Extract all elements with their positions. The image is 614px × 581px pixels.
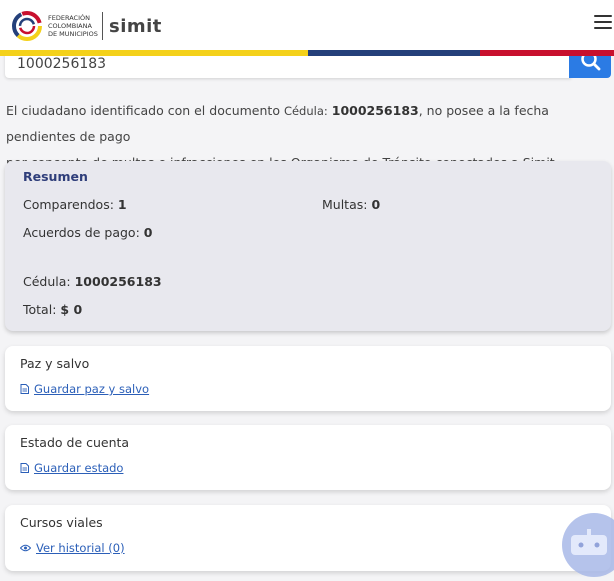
- total-label: Total:: [23, 302, 57, 317]
- doc-type-label: Cédula:: [283, 104, 328, 118]
- message-text: El ciudadano identificado con el documen…: [6, 103, 280, 118]
- comparendos-row: Comparendos: 1: [23, 197, 127, 212]
- card-title: Paz y salvo: [20, 356, 90, 371]
- link-label: Guardar estado: [34, 461, 124, 475]
- comparendos-value: 1: [117, 197, 127, 212]
- total-row: Total: $ 0: [23, 302, 82, 317]
- comparendos-label: Comparendos:: [23, 197, 114, 212]
- view-history-link[interactable]: Ver historial (0): [20, 541, 125, 555]
- summary-title: Resumen: [23, 169, 88, 184]
- acuerdos-row: Acuerdos de pago: 0: [23, 225, 152, 240]
- header: FEDERACIÓN COLOMBIANA DE MUNICIPIOS simi…: [0, 0, 614, 50]
- fcm-logo-icon: [12, 11, 42, 41]
- save-paz-y-salvo-link[interactable]: Guardar paz y salvo: [20, 382, 149, 396]
- multas-label: Multas:: [322, 197, 368, 212]
- logo-line: COLOMBIANA: [48, 22, 92, 30]
- multas-value: 0: [371, 197, 381, 212]
- total-value: $ 0: [60, 302, 83, 317]
- logo-divider: [102, 12, 103, 40]
- estado-de-cuenta-card: Estado de cuenta Guardar estado: [5, 425, 611, 490]
- card-title: Cursos viales: [20, 515, 103, 530]
- save-estado-link[interactable]: Guardar estado: [20, 461, 123, 475]
- chatbot-button[interactable]: [562, 513, 614, 577]
- cedula-value: 1000256183: [74, 274, 162, 289]
- acuerdos-label: Acuerdos de pago:: [23, 225, 140, 240]
- summary-card: Resumen Comparendos: 1 Multas: 0 Acuerdo…: [5, 161, 611, 331]
- document-icon: [20, 384, 29, 394]
- card-title: Estado de cuenta: [20, 435, 130, 450]
- eye-icon: [20, 544, 31, 552]
- fcm-simit-logo[interactable]: FEDERACIÓN COLOMBIANA DE MUNICIPIOS simi…: [12, 8, 162, 44]
- hamburger-menu-icon[interactable]: [594, 15, 612, 31]
- multas-row: Multas: 0: [322, 197, 380, 212]
- colombia-flag-stripe: [0, 50, 614, 56]
- acuerdos-value: 0: [143, 225, 153, 240]
- cedula-row: Cédula: 1000256183: [23, 274, 162, 289]
- simit-brand: simit: [109, 15, 162, 37]
- cedula-label: Cédula:: [23, 274, 71, 289]
- robot-icon: [571, 529, 607, 555]
- document-icon: [20, 463, 29, 473]
- link-label: Guardar paz y salvo: [34, 382, 150, 396]
- logo-line: FEDERACIÓN: [48, 14, 90, 22]
- fcm-logo-text: FEDERACIÓN COLOMBIANA DE MUNICIPIOS: [48, 14, 100, 38]
- link-label: Ver historial (0): [36, 541, 125, 555]
- paz-y-salvo-card: Paz y salvo Guardar paz y salvo: [5, 346, 611, 411]
- logo-line: DE MUNICIPIOS: [48, 30, 98, 38]
- cursos-viales-card: Cursos viales Ver historial (0): [5, 505, 611, 571]
- doc-number: 1000256183: [331, 103, 419, 118]
